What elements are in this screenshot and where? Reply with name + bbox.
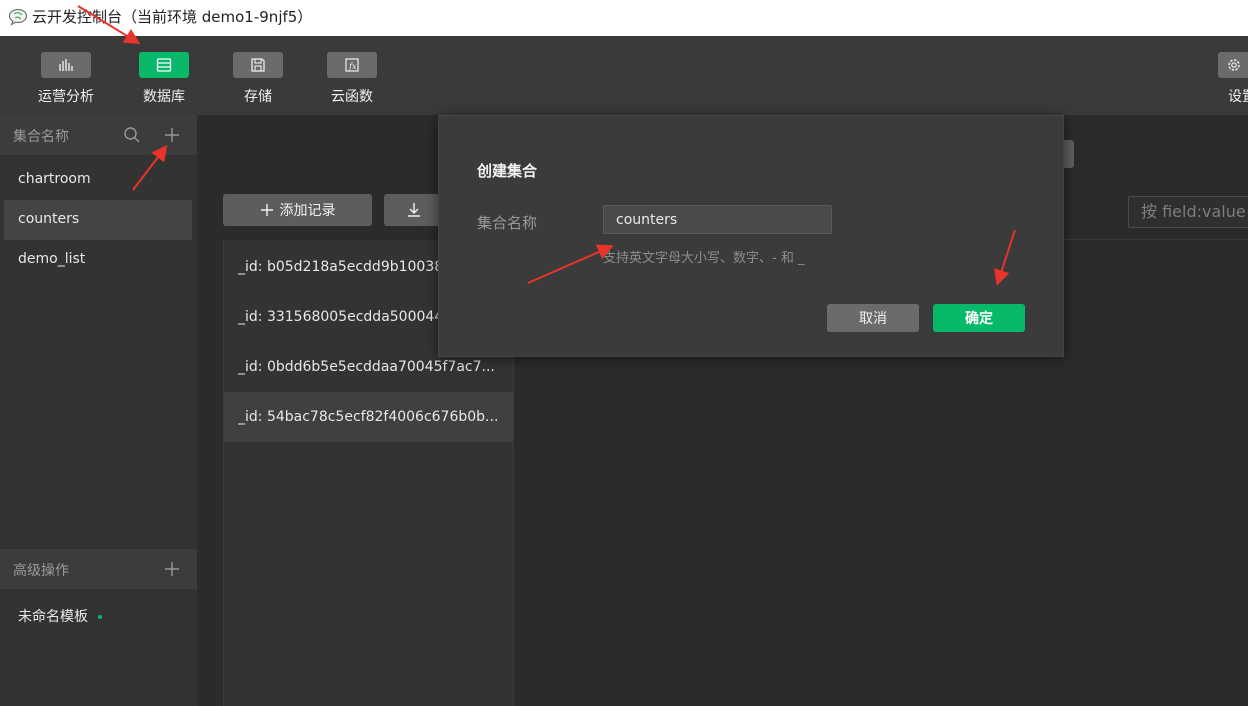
- record-search-input[interactable]: 按 field:value 的: [1128, 196, 1248, 228]
- svg-text:fx: fx: [348, 62, 357, 71]
- toolbar-label: 云函数: [331, 89, 373, 105]
- toolbar-label: 设置: [1228, 89, 1248, 105]
- sidebar-item-template[interactable]: 未命名模板: [4, 595, 192, 635]
- add-collection-icon[interactable]: [163, 126, 181, 144]
- advanced-header-label: 高级操作: [13, 563, 69, 579]
- collections-header-label: 集合名称: [13, 129, 69, 145]
- sidebar: 集合名称 chartroom counters demo_list 高级操作 未…: [0, 115, 197, 706]
- create-collection-dialog: 创建集合 集合名称 支持英文字母大小写、数字、- 和 _ 取消 确定: [438, 115, 1064, 357]
- download-button[interactable]: [384, 194, 444, 226]
- dialog-title: 创建集合: [477, 162, 538, 180]
- confirm-button[interactable]: 确定: [933, 304, 1025, 332]
- toolbar-label: 运营分析: [38, 89, 94, 105]
- top-toolbar: 运营分析 数据库 存储 fx 云函数 设置: [0, 36, 1248, 115]
- partially-hidden-button[interactable]: [1064, 140, 1074, 168]
- sidebar-item-label: demo_list: [18, 251, 86, 267]
- app-logo-icon: [8, 8, 28, 26]
- status-dot: [98, 615, 102, 619]
- collection-name-label: 集合名称: [477, 214, 538, 232]
- database-icon: [139, 52, 189, 78]
- add-template-icon[interactable]: [163, 560, 181, 578]
- template-label-wrap: 未命名模板: [18, 606, 102, 626]
- search-icon[interactable]: [123, 126, 141, 144]
- record-row[interactable]: _id: 54bac78c5ecf82f4006c676b0b...: [224, 392, 513, 442]
- sidebar-item-counters[interactable]: counters: [4, 200, 192, 240]
- sidebar-item-label: counters: [18, 211, 80, 227]
- sidebar-item-demo-list[interactable]: demo_list: [4, 240, 192, 280]
- record-id: _id: 54bac78c5ecf82f4006c676b0b...: [238, 409, 499, 425]
- gear-icon: [1218, 52, 1248, 78]
- toolbar-label: 存储: [244, 89, 272, 105]
- toolbar-label: 数据库: [143, 89, 185, 105]
- download-icon: [408, 203, 420, 217]
- title-bar: 云开发控制台（当前环境 demo1-9njf5）: [0, 0, 1248, 36]
- plus-icon: [260, 204, 273, 216]
- cancel-button[interactable]: 取消: [827, 304, 919, 332]
- sidebar-item-label: chartroom: [18, 171, 91, 187]
- advanced-header: 高级操作: [0, 549, 197, 589]
- toolbar-database[interactable]: 数据库: [129, 52, 199, 106]
- field-hint: 支持英文字母大小写、数字、- 和 _: [603, 251, 805, 266]
- bar-chart-icon: [41, 52, 91, 78]
- template-label: 未命名模板: [18, 609, 88, 625]
- toolbar-analytics[interactable]: 运营分析: [31, 52, 101, 106]
- window-title: 云开发控制台（当前环境 demo1-9njf5）: [32, 8, 313, 26]
- add-record-label: 添加记录: [279, 203, 336, 219]
- toolbar-settings[interactable]: 设置: [1218, 52, 1248, 106]
- collection-name-input[interactable]: [603, 205, 832, 234]
- function-icon: fx: [327, 52, 377, 78]
- add-record-button[interactable]: 添加记录: [223, 194, 372, 226]
- save-icon: [233, 52, 283, 78]
- toolbar-functions[interactable]: fx 云函数: [317, 52, 387, 106]
- toolbar-storage[interactable]: 存储: [223, 52, 293, 106]
- collections-header: 集合名称: [0, 115, 197, 155]
- record-id: _id: 0bdd6b5e5ecddaa70045f7ac7...: [238, 359, 495, 375]
- sidebar-item-chartroom[interactable]: chartroom: [4, 160, 192, 200]
